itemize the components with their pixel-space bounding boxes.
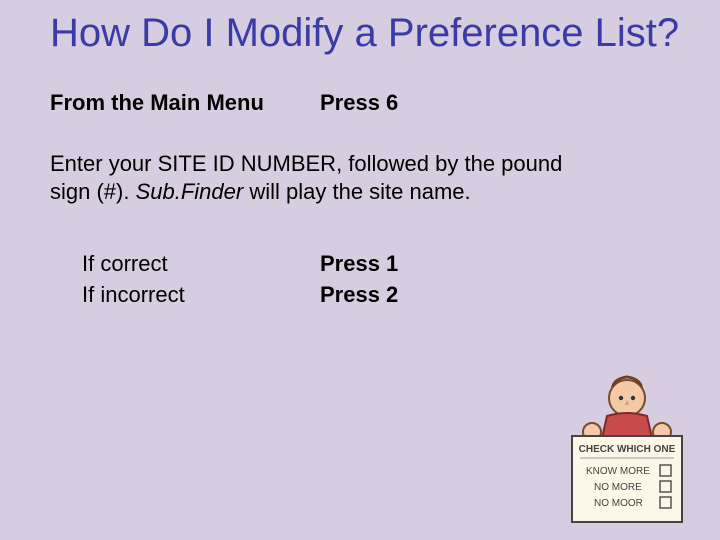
option-action: Press 1 [320, 249, 398, 280]
main-menu-action: Press 6 [320, 90, 398, 116]
option-row: If correct Press 1 [82, 249, 680, 280]
app-name: Sub.Finder [136, 179, 244, 204]
checklist-item: KNOW MORE [586, 466, 650, 477]
checklist-title: CHECK WHICH ONE [579, 444, 676, 455]
main-menu-row: From the Main Menu Press 6 [50, 90, 680, 116]
checklist-cartoon-icon: CHECK WHICH ONE KNOW MORE NO MORE NO MOO… [552, 368, 702, 528]
option-label: If correct [82, 249, 320, 280]
instruction-suffix: will play the site name. [243, 179, 470, 204]
option-row: If incorrect Press 2 [82, 280, 680, 311]
instruction-paragraph: Enter your SITE ID NUMBER, followed by t… [50, 150, 570, 205]
options-list: If correct Press 1 If incorrect Press 2 [50, 249, 680, 311]
option-label: If incorrect [82, 280, 320, 311]
slide-title: How Do I Modify a Preference List? [50, 10, 680, 56]
main-menu-label: From the Main Menu [50, 90, 320, 116]
checklist-item: NO MORE [594, 482, 642, 493]
option-action: Press 2 [320, 280, 398, 311]
checklist-item: NO MOOR [594, 498, 643, 509]
slide: How Do I Modify a Preference List? From … [0, 0, 720, 311]
